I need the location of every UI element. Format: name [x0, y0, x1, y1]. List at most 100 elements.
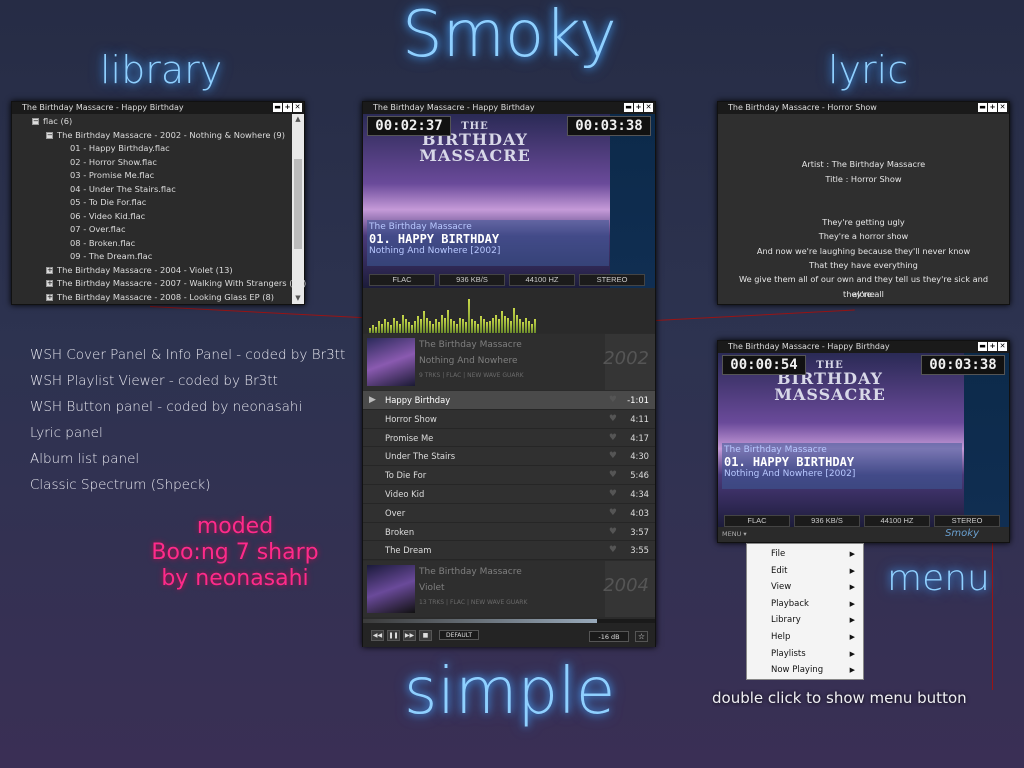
- heart-icon[interactable]: ♥: [609, 466, 617, 485]
- tree-row[interactable]: 09 - The Dream.flac: [12, 250, 292, 264]
- close-icon[interactable]: ✕: [998, 103, 1007, 112]
- tree-row[interactable]: 06 - Video Kid.flac: [12, 210, 292, 224]
- album-year: 2002: [603, 348, 649, 369]
- playlist-row[interactable]: Horror Show ♥ 4:11: [363, 409, 655, 429]
- track-title: 01. HAPPY BIRTHDAY: [724, 455, 855, 469]
- close-icon[interactable]: ✕: [293, 103, 302, 112]
- tree-row[interactable]: + The Birthday Massacre - 2004 - Violet (…: [12, 264, 292, 278]
- minimize-icon[interactable]: ▬: [273, 103, 282, 112]
- menu-button[interactable]: MENU ▾: [722, 530, 747, 538]
- spectrum-bar: [453, 321, 455, 333]
- spectrum-panel[interactable]: [363, 289, 655, 333]
- tree-row[interactable]: 05 - To Die For.flac: [12, 196, 292, 210]
- close-icon[interactable]: ✕: [644, 103, 653, 112]
- tree-row[interactable]: 02 - Horror Show.flac: [12, 156, 292, 170]
- heart-icon[interactable]: ♥: [609, 523, 617, 542]
- spectrum-bar: [417, 316, 419, 333]
- heart-icon[interactable]: ♥: [609, 410, 617, 429]
- tree-row-label: 04 - Under The Stairs.flac: [70, 183, 176, 194]
- elapsed-time: 00:00:54: [722, 355, 806, 375]
- spectrum-bar: [510, 321, 512, 333]
- star-icon[interactable]: ☆: [635, 631, 648, 642]
- playlist-row[interactable]: ▶ Happy Birthday ♥ -1:01: [363, 391, 655, 410]
- menu-item-now-playing[interactable]: Now Playing ▶: [747, 662, 863, 679]
- maximize-icon[interactable]: +: [283, 103, 292, 112]
- main-titlebar[interactable]: The Birthday Massacre - Happy Birthday ▬…: [363, 102, 655, 114]
- tree-row[interactable]: + The Birthday Massacre - 2008 - Looking …: [12, 291, 292, 305]
- close-icon[interactable]: ✕: [998, 342, 1007, 351]
- menu-item-file[interactable]: File ▶: [747, 546, 863, 563]
- tree-row[interactable]: − flac (6): [12, 115, 292, 129]
- tree-row[interactable]: + The Birthday Massacre - 2007 - Walking …: [12, 277, 306, 291]
- album-info: 9 TRKS | FLAC | NEW WAVE GUARK: [419, 372, 524, 379]
- playlist-row[interactable]: To Die For ♥ 5:46: [363, 466, 655, 485]
- heart-icon[interactable]: ♥: [609, 447, 617, 466]
- expand-icon[interactable]: +: [46, 280, 53, 287]
- maximize-icon[interactable]: +: [988, 342, 997, 351]
- volume-display[interactable]: -16 dB: [589, 631, 629, 642]
- maximize-icon[interactable]: +: [988, 103, 997, 112]
- dsp-preset-button[interactable]: DEFAULT: [439, 630, 479, 640]
- library-titlebar[interactable]: The Birthday Massacre - Happy Birthday ▬…: [12, 102, 304, 114]
- library-scrollbar[interactable]: ▲ ▼: [292, 114, 304, 304]
- heart-icon[interactable]: ♥: [609, 485, 617, 504]
- menu-item-view[interactable]: View ▶: [747, 579, 863, 596]
- collapse-icon[interactable]: −: [46, 131, 53, 139]
- spectrum-bar: [396, 321, 398, 333]
- album-header-1[interactable]: The Birthday Massacre Nothing And Nowher…: [363, 334, 655, 390]
- spectrum-bar: [369, 328, 371, 333]
- tech-field: FLAC: [724, 515, 790, 527]
- heart-icon[interactable]: ♥: [609, 429, 617, 448]
- playlist-row[interactable]: Promise Me ♥ 4:17: [363, 428, 655, 448]
- lyric-line: They're a horror show: [818, 231, 909, 242]
- expand-icon[interactable]: +: [46, 293, 53, 301]
- menu-player-title: The Birthday Massacre - Happy Birthday: [728, 342, 890, 351]
- minimize-icon[interactable]: ▬: [624, 103, 633, 112]
- scroll-up-icon[interactable]: ▲: [292, 114, 304, 125]
- lyric-titlebar[interactable]: The Birthday Massacre - Horror Show ▬ + …: [718, 102, 1009, 114]
- tree-row[interactable]: 03 - Promise Me.flac: [12, 169, 292, 183]
- menu-item-help[interactable]: Help ▶: [747, 629, 863, 646]
- spectrum-bar: [390, 325, 392, 333]
- heart-icon[interactable]: ♥: [609, 541, 617, 560]
- heart-icon[interactable]: ♥: [609, 504, 617, 523]
- menu-item-playback[interactable]: Playback ▶: [747, 596, 863, 613]
- menu-item-library[interactable]: Library ▶: [747, 612, 863, 629]
- minimize-icon[interactable]: ▬: [978, 103, 987, 112]
- cover-panel[interactable]: THE BIRTHDAY MASSACRE 00:00:54 00:03:38 …: [718, 353, 1009, 527]
- tree-row[interactable]: 04 - Under The Stairs.flac: [12, 183, 292, 197]
- pause-button[interactable]: ❚❚: [387, 629, 400, 641]
- expand-icon[interactable]: +: [46, 266, 53, 274]
- minimize-icon[interactable]: ▬: [978, 342, 987, 351]
- playlist-row[interactable]: Over ♥ 4:03: [363, 503, 655, 523]
- playlist-row[interactable]: The Dream ♥ 3:55: [363, 541, 655, 561]
- cover-panel[interactable]: THE BIRTHDAY MASSACRE 00:02:37 00:03:38 …: [363, 114, 655, 288]
- library-tree[interactable]: − flac (6) − The Birthday Massacre - 2002 -…: [12, 114, 306, 305]
- playlist[interactable]: ▶ Happy Birthday ♥ -1:01 Horror Show ♥ 4:11 Pro…: [363, 391, 655, 561]
- prev-button[interactable]: ◀◀: [371, 629, 384, 641]
- tree-row[interactable]: − The Birthday Massacre - 2002 - Nothing …: [12, 129, 292, 143]
- tree-row[interactable]: 08 - Broken.flac: [12, 237, 292, 251]
- stop-button[interactable]: ■: [419, 629, 432, 641]
- playlist-row[interactable]: Broken ♥ 3:57: [363, 522, 655, 542]
- next-button[interactable]: ▶▶: [403, 629, 416, 641]
- spectrum-bar: [429, 321, 431, 333]
- track-name: Over: [385, 507, 406, 518]
- spectrum-bar: [525, 318, 527, 333]
- menu-player-titlebar[interactable]: The Birthday Massacre - Happy Birthday ▬…: [718, 341, 1009, 353]
- heart-icon[interactable]: ♥: [609, 391, 617, 410]
- spectrum-bar: [480, 316, 482, 333]
- playlist-row[interactable]: Under The Stairs ♥ 4:30: [363, 447, 655, 467]
- menu-item-playlists[interactable]: Playlists ▶: [747, 646, 863, 663]
- tree-row-label: 01 - Happy Birthday.flac: [70, 143, 170, 153]
- album-header-2[interactable]: The Birthday Massacre Violet 13 TRKS | F…: [363, 561, 655, 617]
- tree-row[interactable]: 01 - Happy Birthday.flac: [12, 142, 292, 156]
- maximize-icon[interactable]: +: [634, 103, 643, 112]
- scrollbar-thumb[interactable]: [294, 159, 302, 249]
- tree-row[interactable]: 07 - Over.flac: [12, 223, 292, 237]
- scroll-down-icon[interactable]: ▼: [292, 293, 304, 304]
- spectrum-bar: [423, 311, 425, 333]
- menu-item-edit[interactable]: Edit ▶: [747, 563, 863, 580]
- playlist-row[interactable]: Video Kid ♥ 4:34: [363, 484, 655, 504]
- collapse-icon[interactable]: −: [32, 118, 39, 125]
